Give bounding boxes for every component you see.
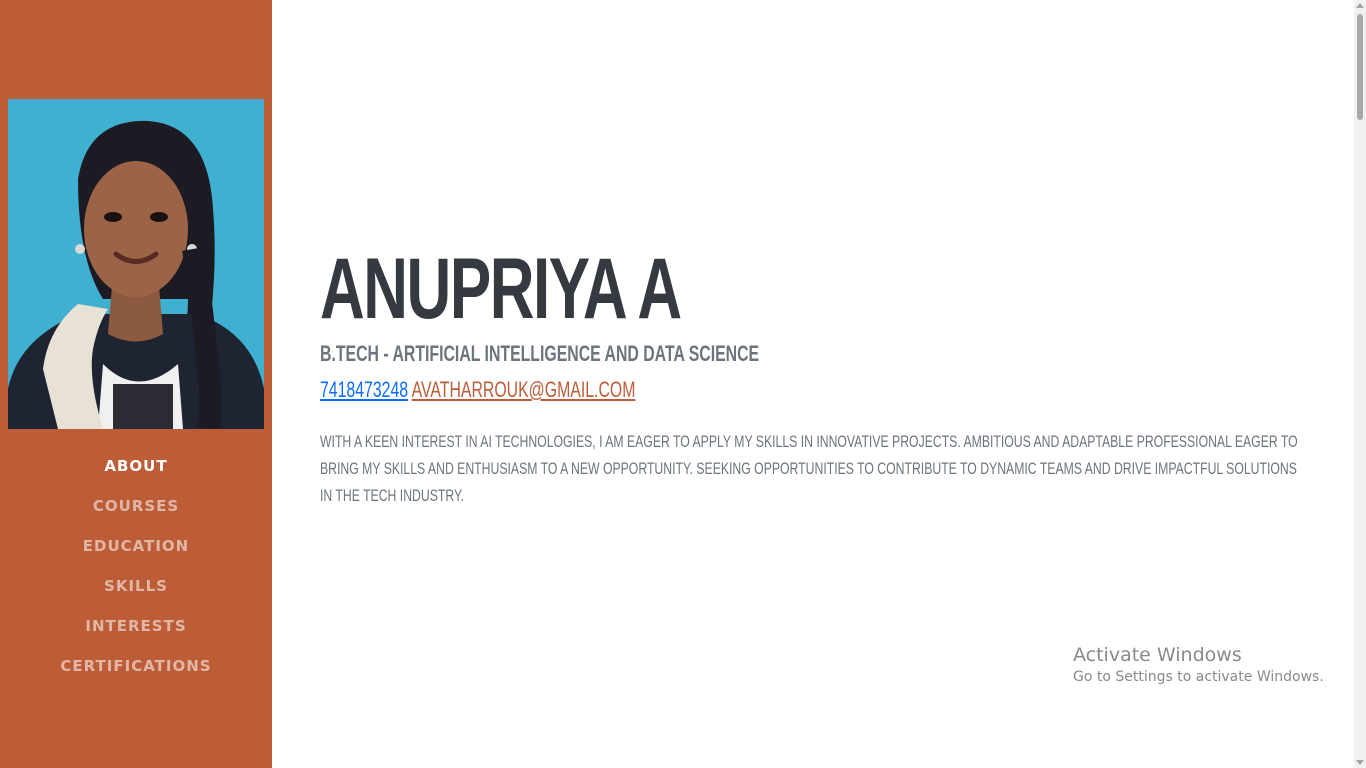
- sidebar: ABOUT COURSES EDUCATION SKILLS INTERESTS…: [0, 0, 272, 768]
- watermark-subtitle: Go to Settings to activate Windows.: [1073, 669, 1324, 685]
- profile-photo: [8, 99, 264, 429]
- nav-item-education: EDUCATION: [0, 526, 272, 566]
- scroll-down-arrow-icon[interactable]: [1356, 760, 1364, 765]
- nav-link-skills[interactable]: SKILLS: [104, 577, 168, 595]
- nav-link-courses[interactable]: COURSES: [93, 497, 179, 515]
- nav-item-interests: INTERESTS: [0, 606, 272, 646]
- nav-link-education[interactable]: EDUCATION: [83, 537, 189, 555]
- profile-photo-image: [8, 99, 264, 429]
- email-link[interactable]: AVATHARROUK@GMAIL.COM: [412, 377, 636, 402]
- page-scrollbar[interactable]: [1354, 0, 1366, 768]
- nav-item-skills: SKILLS: [0, 566, 272, 606]
- profile-summary: WITH A KEEN INTEREST IN AI TECHNOLOGIES,…: [320, 432, 1298, 505]
- scroll-thumb[interactable]: [1357, 14, 1363, 120]
- contact-line: 7418473248 AVATHARROUK@GMAIL.COM: [320, 377, 635, 403]
- nav-item-about: ABOUT: [0, 446, 272, 486]
- windows-activation-watermark: Activate Windows Go to Settings to activ…: [1073, 643, 1324, 687]
- nav-link-interests[interactable]: INTERESTS: [85, 617, 186, 635]
- nav-item-courses: COURSES: [0, 486, 272, 526]
- phone-link[interactable]: 7418473248: [320, 377, 408, 402]
- profile-subtitle: B.TECH - ARTIFICIAL INTELLIGENCE AND DAT…: [320, 341, 760, 366]
- nav-link-about[interactable]: ABOUT: [104, 457, 167, 475]
- sidebar-nav: ABOUT COURSES EDUCATION SKILLS INTERESTS…: [0, 446, 272, 686]
- nav-link-certifications[interactable]: CERTIFICATIONS: [60, 657, 211, 675]
- watermark-title: Activate Windows: [1073, 644, 1242, 666]
- scroll-up-arrow-icon[interactable]: [1356, 3, 1364, 8]
- nav-item-certifications: CERTIFICATIONS: [0, 646, 272, 686]
- profile-name: ANUPRIYA A: [320, 241, 682, 337]
